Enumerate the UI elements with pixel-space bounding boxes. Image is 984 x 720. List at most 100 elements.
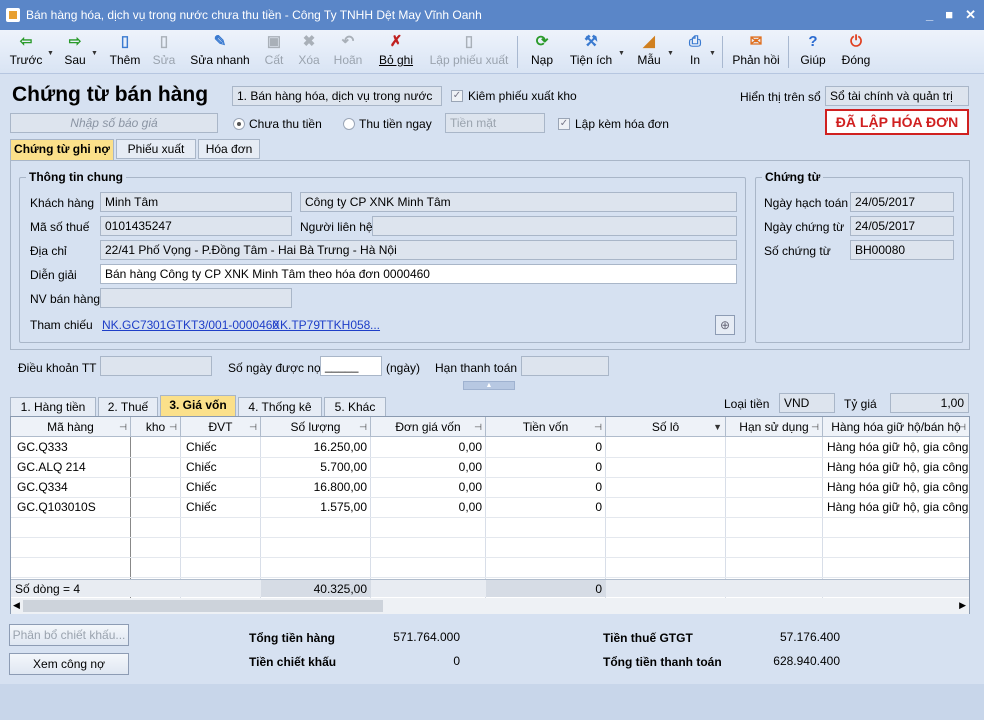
close-button[interactable]: ⏻ Đóng: [840, 32, 872, 72]
cost-amount-cell[interactable]: 0: [486, 457, 606, 477]
collapse-handle[interactable]: ▲: [463, 381, 515, 390]
unit-cost-cell[interactable]: 0,00: [371, 457, 486, 477]
cost-amount-cell[interactable]: 0: [486, 437, 606, 457]
reference-link[interactable]: NK.GC73: [102, 318, 153, 332]
holding-cell[interactable]: Hàng hóa giữ hộ, gia công: [823, 477, 969, 497]
payment-method-select[interactable]: Tiền mặt: [445, 113, 545, 133]
subtab-tax[interactable]: 2. Thuế: [98, 397, 158, 417]
paid-radio[interactable]: [343, 118, 355, 130]
quantity-cell[interactable]: 16.250,00: [261, 437, 371, 457]
currency-select[interactable]: VND: [779, 393, 835, 413]
quick-edit-button[interactable]: ✎ Sửa nhanh: [190, 32, 250, 72]
column-header[interactable]: Đơn giá vốn ⊣: [371, 417, 486, 437]
scroll-left-icon[interactable]: ◀: [13, 600, 20, 611]
item-code-cell[interactable]: GC.Q333: [13, 437, 131, 457]
utilities-dropdown-icon[interactable]: ▼: [618, 50, 625, 57]
back-button[interactable]: ⇦ Trước: [8, 32, 44, 72]
issue-button[interactable]: ▯ Lập phiếu xuất: [428, 32, 510, 72]
voucher-type-select[interactable]: 1. Bán hàng hóa, dịch vụ trong nước: [232, 86, 442, 106]
holding-cell[interactable]: Hàng hóa giữ hộ, gia công: [823, 437, 969, 457]
doc-date-field[interactable]: 24/05/2017: [850, 216, 954, 236]
payment-term-field[interactable]: [100, 356, 212, 376]
unpaid-radio[interactable]: [233, 118, 245, 130]
tab-debit-voucher[interactable]: Chứng từ ghi nợ: [10, 139, 114, 161]
tax-code-field[interactable]: 0101435247: [100, 216, 292, 236]
contact-field[interactable]: [372, 216, 737, 236]
reference-link[interactable]: TTKH058: [319, 318, 370, 332]
unpost-button[interactable]: ✗ Bỏ ghi: [377, 32, 415, 72]
column-header[interactable]: ĐVT ⊣: [181, 417, 261, 437]
delete-button[interactable]: ✖ Xóa: [295, 32, 323, 72]
unit-cost-cell[interactable]: 0,00: [371, 477, 486, 497]
next-button[interactable]: ⇨ Sau: [60, 32, 90, 72]
column-header[interactable]: Mã hàng ⊣: [11, 417, 131, 437]
horizontal-scrollbar[interactable]: ◀ ▶: [11, 598, 969, 614]
quote-input[interactable]: Nhập số báo giá: [10, 113, 218, 133]
unit-cost-cell[interactable]: 0,00: [371, 437, 486, 457]
quantity-cell[interactable]: 1.575,00: [261, 497, 371, 517]
unit-cell[interactable]: Chiếc: [182, 477, 260, 497]
load-button[interactable]: ⟳ Nạp: [528, 32, 556, 72]
close-window-button[interactable]: ✕: [965, 7, 976, 23]
print-button[interactable]: ⎙ In: [684, 32, 706, 72]
scroll-thumb[interactable]: [23, 600, 383, 612]
reference-more-link[interactable]: ...: [370, 318, 380, 332]
unit-cell[interactable]: Chiếc: [182, 457, 260, 477]
quantity-cell[interactable]: 16.800,00: [261, 477, 371, 497]
save-button[interactable]: ▣ Cất: [260, 32, 288, 72]
subtab-other[interactable]: 5. Khác: [324, 397, 386, 417]
issue-checkbox[interactable]: ✓: [451, 90, 463, 102]
edit-button[interactable]: ▯ Sửa: [150, 32, 178, 72]
item-code-cell[interactable]: GC.ALQ 214: [13, 457, 131, 477]
column-header[interactable]: Hạn sử dụng ⊣: [726, 417, 823, 437]
due-date-field[interactable]: [521, 356, 609, 376]
cost-amount-cell[interactable]: 0: [486, 497, 606, 517]
cost-amount-cell[interactable]: 0: [486, 477, 606, 497]
subtab-goods[interactable]: 1. Hàng tiền: [10, 397, 96, 417]
address-field[interactable]: 22/41 Phố Vọng - P.Đồng Tâm - Hai Bà Trư…: [100, 240, 737, 260]
posting-date-field[interactable]: 24/05/2017: [850, 192, 954, 212]
template-dropdown-icon[interactable]: ▼: [667, 50, 674, 57]
customer-name-field[interactable]: Công ty CP XNK Minh Tâm: [300, 192, 737, 212]
undo-button[interactable]: ↶ Hoãn: [332, 32, 364, 72]
column-header[interactable]: Số lô ▼: [606, 417, 726, 437]
holding-cell[interactable]: Hàng hóa giữ hộ, gia công: [823, 497, 969, 517]
back-dropdown-icon[interactable]: ▼: [47, 50, 54, 57]
unit-cost-cell[interactable]: 0,00: [371, 497, 486, 517]
view-debt-button[interactable]: Xem công nợ: [9, 653, 129, 675]
unit-cell[interactable]: Chiếc: [182, 437, 260, 457]
utilities-button[interactable]: ⚒ Tiện ích: [568, 32, 614, 72]
subtab-statistics[interactable]: 4. Thống kê: [238, 397, 322, 417]
customer-code-field[interactable]: Minh Tâm: [100, 192, 292, 212]
print-dropdown-icon[interactable]: ▼: [709, 50, 716, 57]
zoom-icon[interactable]: ⊕: [715, 315, 735, 335]
subtab-cost[interactable]: 3. Giá vốn: [160, 395, 236, 417]
template-button[interactable]: ◢ Mẫu: [634, 32, 664, 72]
help-button[interactable]: ? Giúp: [798, 32, 828, 72]
column-header[interactable]: kho ⊣: [131, 417, 181, 437]
tab-issue[interactable]: Phiếu xuất: [116, 139, 196, 159]
doc-number-field[interactable]: BH00080: [850, 240, 954, 260]
credit-days-stepper[interactable]: _____: [320, 356, 382, 376]
item-code-cell[interactable]: GC.Q334: [13, 477, 131, 497]
allocate-discount-button[interactable]: Phân bổ chiết khấu...: [9, 624, 129, 646]
holding-cell[interactable]: Hàng hóa giữ hộ, gia công: [823, 457, 969, 477]
maximize-button[interactable]: ■: [945, 7, 953, 23]
next-dropdown-icon[interactable]: ▼: [91, 50, 98, 57]
invoice-checkbox[interactable]: ✓: [558, 118, 570, 130]
tab-invoice[interactable]: Hóa đơn: [198, 139, 260, 159]
add-button[interactable]: ▯ Thêm: [108, 32, 142, 72]
scroll-right-icon[interactable]: ▶: [959, 600, 966, 611]
feedback-button[interactable]: ✉ Phản hồi: [730, 32, 782, 72]
reference-link[interactable]: 01GTKT3/001-0000460: [153, 318, 279, 332]
display-on-select[interactable]: Sổ tài chính và quản trị: [825, 86, 969, 106]
description-field[interactable]: Bán hàng Công ty CP XNK Minh Tâm theo hó…: [100, 264, 737, 284]
reference-link[interactable]: XK.TP79: [272, 318, 320, 332]
item-code-cell[interactable]: GC.Q103010S: [13, 497, 131, 517]
minimize-button[interactable]: _: [926, 7, 933, 23]
column-header[interactable]: Hàng hóa giữ hộ/bán hộ ⊣: [823, 417, 969, 437]
exchange-rate-field[interactable]: 1,00: [890, 393, 969, 413]
quantity-cell[interactable]: 5.700,00: [261, 457, 371, 477]
column-header[interactable]: Tiền vốn ⊣: [486, 417, 606, 437]
seller-field[interactable]: [100, 288, 292, 308]
